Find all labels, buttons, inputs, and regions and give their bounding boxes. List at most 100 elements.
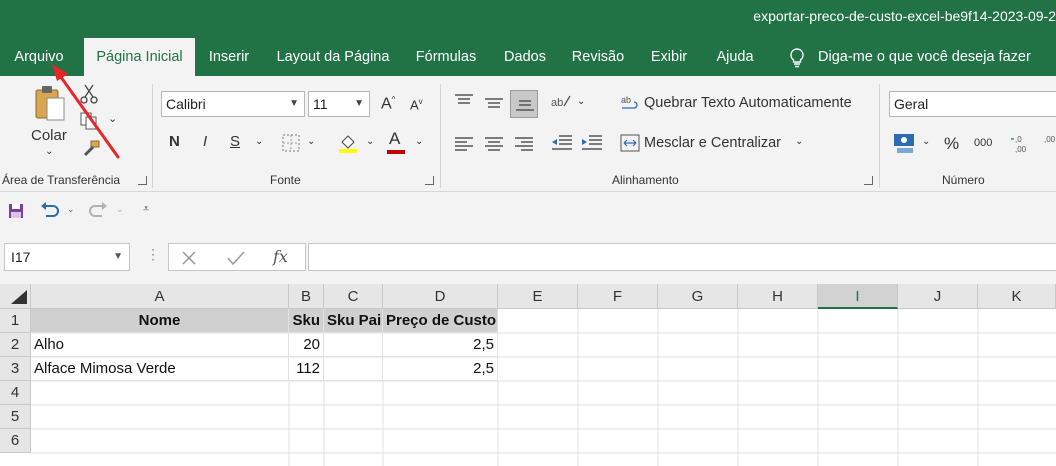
align-top-icon[interactable] [454, 93, 474, 109]
tab-exibir[interactable]: Exibir [644, 38, 694, 76]
select-all-button[interactable] [0, 284, 31, 309]
increase-decimal-icon[interactable]: ,0,00 [1010, 133, 1032, 155]
increase-indent-icon[interactable] [581, 134, 603, 152]
column-header-j[interactable]: J [898, 284, 978, 309]
clipboard-group-label: Área de Transferência [2, 173, 121, 187]
svg-text:,00: ,00 [1015, 145, 1027, 154]
tell-me-text: Diga-me o que você deseja fazer [818, 49, 1031, 65]
accounting-dropdown-icon[interactable]: ⌄ [922, 136, 930, 147]
name-box[interactable]: I17 ▼ [4, 243, 130, 271]
tab-formulas[interactable]: Fórmulas [410, 38, 482, 76]
copy-icon[interactable] [80, 112, 98, 130]
group-separator [879, 84, 880, 188]
alignment-launcher-icon[interactable] [864, 176, 873, 185]
row-header-2[interactable]: 2 [0, 333, 31, 357]
number-format-select[interactable]: Geral [889, 91, 1056, 117]
column-header-f[interactable]: F [578, 284, 658, 309]
font-size-value: 11 [313, 96, 328, 112]
borders-dropdown-icon[interactable]: ⌄ [307, 136, 315, 147]
column-header-i[interactable]: I [818, 284, 898, 309]
cut-icon[interactable] [80, 84, 98, 104]
column-header-e[interactable]: E [498, 284, 578, 309]
tab-layout[interactable]: Layout da Página [270, 38, 396, 76]
font-color-swatch [387, 150, 405, 154]
ribbon-tabs: Arquivo Página Inicial Inserir Layout da… [0, 38, 1056, 76]
fill-color-dropdown-icon[interactable]: ⌄ [366, 136, 374, 147]
cancel-icon[interactable] [181, 250, 197, 266]
tell-me-box[interactable]: Diga-me o que você deseja fazer [784, 38, 1031, 76]
redo-dropdown-icon[interactable]: ⌄ [116, 204, 124, 215]
accounting-format-icon[interactable] [893, 132, 917, 154]
row-header-3[interactable]: 3 [0, 357, 31, 381]
title-bar: exportar-preco-de-custo-excel-be9f14-202… [0, 0, 1056, 38]
tab-dados[interactable]: Dados [496, 38, 554, 76]
shrink-font-button[interactable]: Av [410, 97, 423, 112]
decrease-decimal-icon[interactable]: ,00 [1040, 133, 1056, 155]
align-middle-icon[interactable] [484, 96, 504, 112]
svg-text:ab: ab [621, 95, 631, 105]
enter-check-icon[interactable] [227, 250, 245, 266]
font-name-value: Calibri [166, 96, 206, 112]
number-format-value: Geral [894, 96, 929, 112]
quick-access-toolbar: ⌄ ⌄ ⩡ [0, 192, 1056, 232]
font-color-dropdown-icon[interactable]: ⌄ [415, 136, 423, 147]
column-header-g[interactable]: G [658, 284, 738, 309]
formula-bar-grip-icon[interactable]: ⋮ [146, 246, 160, 263]
paste-icon[interactable] [34, 84, 66, 122]
percent-button[interactable]: % [944, 134, 959, 154]
row-header-6[interactable]: 6 [0, 429, 31, 453]
row-header-1[interactable]: 1 [0, 309, 31, 333]
orientation-dropdown-icon[interactable]: ⌄ [577, 96, 585, 107]
customize-qat-icon[interactable]: ⩡ [143, 203, 149, 216]
format-painter-icon[interactable] [82, 140, 100, 158]
tab-revisao[interactable]: Revisão [566, 38, 630, 76]
align-bottom-button[interactable] [510, 90, 538, 118]
tab-pagina-inicial[interactable]: Página Inicial [84, 38, 195, 76]
borders-icon[interactable] [282, 134, 300, 152]
tab-arquivo[interactable]: Arquivo [4, 38, 74, 76]
align-bottom-icon [516, 100, 534, 111]
column-header-d[interactable]: D [383, 284, 498, 309]
gridlines [31, 309, 1056, 466]
grow-font-button[interactable]: A^ [381, 95, 395, 113]
tab-ajuda[interactable]: Ajuda [708, 38, 762, 76]
svg-text:,0: ,0 [1015, 135, 1022, 144]
row-header-5[interactable]: 5 [0, 405, 31, 429]
paste-label[interactable]: Colar [31, 127, 67, 144]
wrap-text-label: Quebrar Texto Automaticamente [644, 95, 852, 111]
chevron-down-icon: ▼ [289, 98, 299, 109]
underline-dropdown-icon[interactable]: ⌄ [255, 136, 263, 147]
merge-dropdown-icon[interactable]: ⌄ [795, 136, 803, 147]
column-header-k[interactable]: K [978, 284, 1056, 309]
decrease-indent-icon[interactable] [551, 134, 573, 152]
undo-icon[interactable] [40, 202, 60, 220]
font-color-button[interactable]: A [387, 129, 405, 154]
font-launcher-icon[interactable] [425, 176, 434, 185]
column-header-c[interactable]: C [324, 284, 383, 309]
row-header-4[interactable]: 4 [0, 381, 31, 405]
clipboard-launcher-icon[interactable] [138, 176, 147, 185]
underline-button[interactable]: S [230, 133, 240, 150]
tab-inserir[interactable]: Inserir [201, 38, 257, 76]
orientation-icon[interactable]: ab [550, 92, 572, 112]
column-header-b[interactable]: B [289, 284, 324, 309]
font-size-select[interactable]: 11 ▼ [308, 91, 370, 117]
align-center-icon[interactable] [484, 136, 504, 152]
font-name-select[interactable]: Calibri ▼ [161, 91, 305, 117]
comma-style-button[interactable]: 000 [974, 137, 992, 149]
redo-icon[interactable] [88, 202, 108, 220]
bold-button[interactable]: N [169, 133, 180, 150]
align-right-icon[interactable] [514, 136, 534, 152]
column-header-a[interactable]: A [31, 284, 289, 309]
column-header-h[interactable]: H [738, 284, 818, 309]
paste-dropdown-icon[interactable]: ⌄ [45, 146, 53, 157]
copy-dropdown-icon[interactable]: ⌄ [108, 112, 117, 125]
insert-function-button[interactable]: fx [273, 247, 288, 266]
save-icon[interactable] [8, 203, 24, 219]
undo-dropdown-icon[interactable]: ⌄ [67, 204, 75, 215]
italic-button[interactable]: I [203, 133, 207, 150]
fill-color-icon[interactable] [338, 132, 358, 154]
formula-bar: I17 ▼ ⋮ fx [0, 232, 1056, 284]
align-left-icon[interactable] [454, 136, 474, 152]
formula-input[interactable] [308, 243, 1056, 271]
